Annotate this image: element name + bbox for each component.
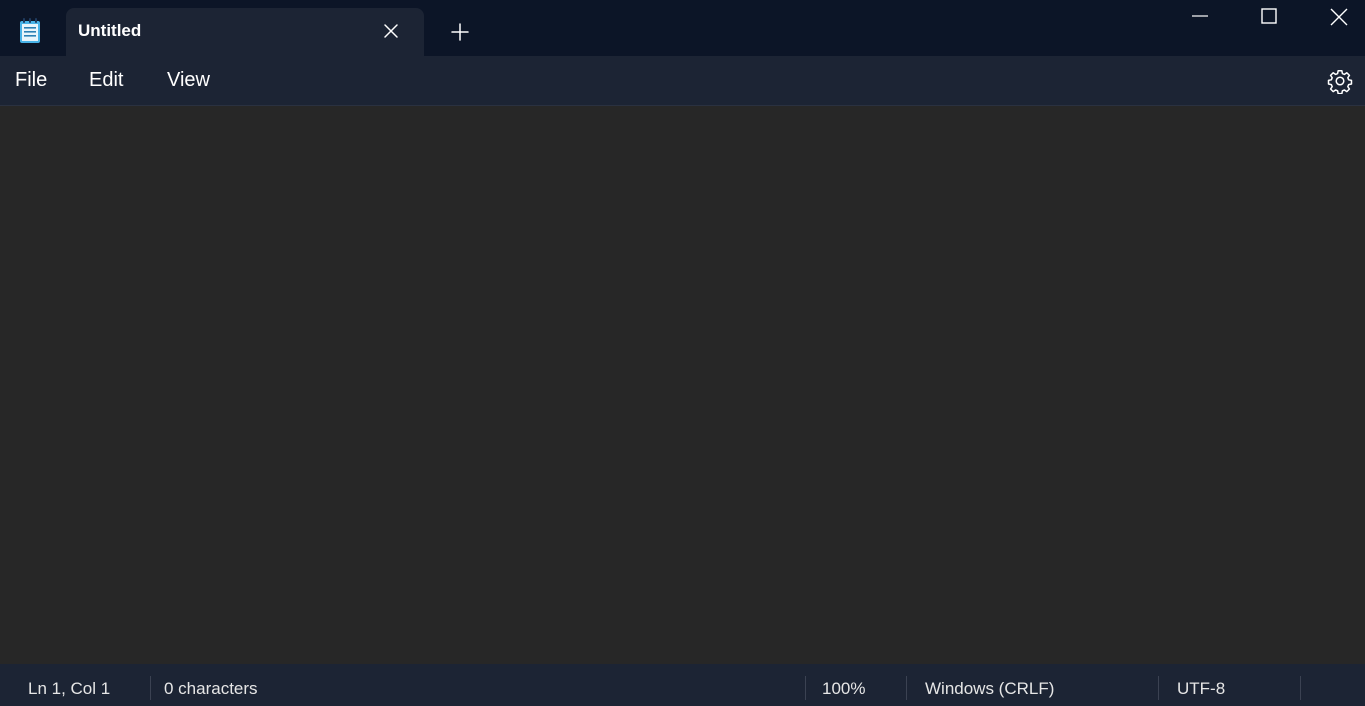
line-ending[interactable]: Windows (CRLF) xyxy=(925,679,1054,699)
text-editor[interactable] xyxy=(0,106,1365,664)
notepad-icon xyxy=(18,18,42,44)
menu-file[interactable]: File xyxy=(15,69,47,92)
tab-untitled[interactable]: Untitled xyxy=(66,8,424,56)
close-icon xyxy=(1330,8,1348,26)
status-divider xyxy=(906,676,907,700)
menu-edit[interactable]: Edit xyxy=(89,69,123,92)
encoding[interactable]: UTF-8 xyxy=(1177,679,1225,699)
status-divider xyxy=(1158,676,1159,700)
close-window-button[interactable] xyxy=(1305,0,1365,34)
menu-view[interactable]: View xyxy=(167,69,210,92)
status-divider xyxy=(150,676,151,700)
menu-bar: File Edit View xyxy=(0,56,1365,106)
close-icon[interactable] xyxy=(382,22,400,40)
gear-icon[interactable] xyxy=(1327,68,1353,95)
zoom-level[interactable]: 100% xyxy=(822,679,865,699)
minimize-button[interactable] xyxy=(1166,0,1234,34)
title-bar: Untitled xyxy=(0,0,1365,56)
plus-icon[interactable] xyxy=(450,22,470,42)
status-divider xyxy=(805,676,806,700)
character-count: 0 characters xyxy=(164,679,258,698)
maximize-icon xyxy=(1261,8,1277,24)
tab-title: Untitled xyxy=(78,21,142,40)
maximize-button[interactable] xyxy=(1235,0,1303,34)
cursor-position: Ln 1, Col 1 xyxy=(28,679,111,698)
status-divider xyxy=(1300,676,1301,700)
minimize-icon xyxy=(1192,15,1208,17)
status-bar: Ln 1, Col 1 0 characters 100% Windows (C… xyxy=(0,664,1365,706)
